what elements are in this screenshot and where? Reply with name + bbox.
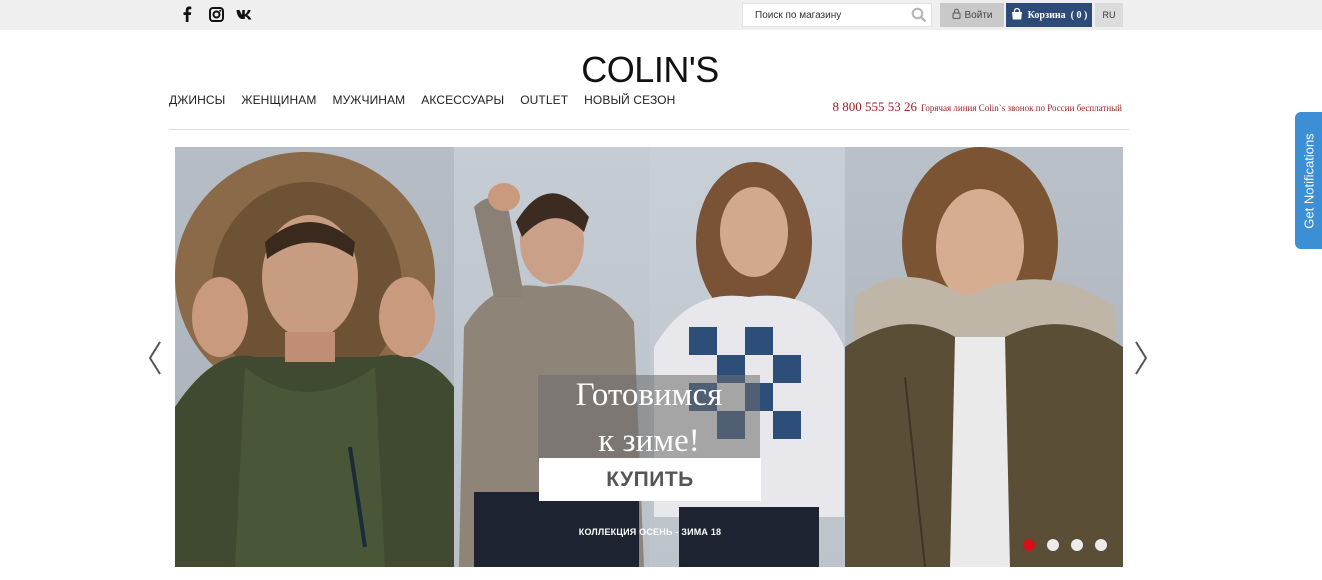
language-selector[interactable]: RU — [1095, 3, 1123, 27]
search-icon[interactable] — [911, 7, 927, 23]
cart-count: ( 0 ) — [1070, 9, 1088, 21]
instagram-icon[interactable] — [205, 4, 227, 24]
slider-dot-1[interactable] — [1023, 539, 1035, 551]
slider-next-arrow-icon[interactable] — [1132, 340, 1150, 376]
get-notifications-tab[interactable]: Get Notifications — [1295, 112, 1322, 249]
hero-slider[interactable]: Готовимся к зиме! КУПИТЬ КОЛЛЕКЦИЯ ОСЕНЬ… — [175, 147, 1123, 567]
collection-caption: КОЛЛЕКЦИЯ ОСЕНЬ - ЗИМА 18 — [578, 527, 722, 537]
top-bar: Войти Корзина ( 0 ) RU — [0, 0, 1322, 30]
nav-item-new-season[interactable]: НОВЫЙ СЕЗОН — [584, 93, 675, 107]
site-logo[interactable]: COLIN'S — [570, 48, 730, 92]
nav-item-jeans[interactable]: ДЖИНСЫ — [169, 93, 225, 107]
get-notifications-label: Get Notifications — [1301, 132, 1316, 229]
hotline-note: Горячая линия Colin`s звонок по России б… — [920, 103, 1122, 113]
hotline-phone[interactable]: 8 800 555 53 26 — [832, 99, 917, 114]
search-box — [742, 3, 932, 27]
nav-item-accessories[interactable]: АКСЕССУАРЫ — [421, 93, 504, 107]
main-nav: ДЖИНСЫ ЖЕНЩИНАМ МУЖЧИНАМ АКСЕССУАРЫ OUTL… — [169, 93, 691, 107]
buy-button[interactable]: КУПИТЬ — [539, 458, 761, 501]
slider-prev-arrow-icon[interactable] — [146, 340, 164, 376]
slide-photo-woman-parka — [845, 147, 1123, 567]
bag-icon — [1011, 7, 1023, 23]
vk-icon[interactable] — [234, 4, 256, 24]
promo-headline-line1: Готовимся — [575, 377, 723, 413]
slider-dot-2[interactable] — [1047, 539, 1059, 551]
hotline: 8 800 555 53 26 Горячая линия Colin`s зв… — [832, 98, 1122, 116]
slider-dot-3[interactable] — [1071, 539, 1083, 551]
nav-item-outlet[interactable]: OUTLET — [520, 93, 568, 107]
facebook-icon[interactable] — [176, 4, 198, 24]
search-input[interactable] — [743, 4, 909, 26]
login-label: Войти — [964, 9, 993, 21]
lock-icon — [951, 8, 961, 22]
slider-dot-4[interactable] — [1095, 539, 1107, 551]
slide-photo-man-sweater — [454, 147, 649, 567]
header-divider — [169, 129, 1129, 130]
slider-dots — [1023, 539, 1107, 551]
nav-item-men[interactable]: МУЖЧИНАМ — [332, 93, 405, 107]
login-button[interactable]: Войти — [940, 3, 1004, 27]
cart-button[interactable]: Корзина ( 0 ) — [1006, 3, 1092, 27]
slide-photo-man-parka — [175, 147, 454, 567]
promo-headline-line2: к зиме! — [598, 423, 700, 459]
slide-photo-woman-sweater — [649, 147, 845, 567]
cart-label: Корзина — [1027, 9, 1066, 21]
nav-item-women[interactable]: ЖЕНЩИНАМ — [241, 93, 316, 107]
